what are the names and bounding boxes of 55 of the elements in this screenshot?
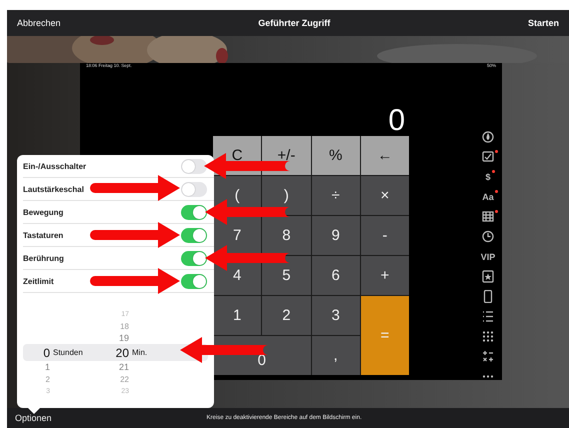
toggle-switch[interactable] xyxy=(181,250,207,266)
flame-icon[interactable] xyxy=(482,130,494,143)
calculator-key[interactable]: 8 xyxy=(262,216,310,255)
badge-dot xyxy=(495,210,498,213)
window-title: Geführter Zugriff xyxy=(258,18,330,28)
minutes-value[interactable]: 19 xyxy=(94,333,129,343)
options-button[interactable]: Optionen xyxy=(15,413,52,423)
calculator-key[interactable]: ÷ xyxy=(312,176,360,215)
minutes-value[interactable]: 21 xyxy=(94,362,129,372)
toggle-switch[interactable] xyxy=(181,182,207,196)
sidebar-label[interactable]: $ xyxy=(481,170,494,183)
calculator-key[interactable]: 3 xyxy=(312,296,360,335)
calculator-key[interactable]: + xyxy=(360,256,409,295)
calculator-key[interactable]: 1 xyxy=(213,296,262,335)
sidebar-label[interactable]: Aa xyxy=(478,190,498,203)
calculator-display: 0 xyxy=(387,103,406,136)
hours-value[interactable]: 1 xyxy=(23,362,50,372)
operators-icon[interactable] xyxy=(482,350,494,363)
hours-value[interactable]: 0 xyxy=(23,346,50,360)
start-button[interactable]: Starten xyxy=(528,18,559,28)
calculator-key[interactable]: 6 xyxy=(312,256,360,295)
calculator-key[interactable]: - xyxy=(360,216,409,255)
badge-dot xyxy=(492,170,494,173)
toggle-switch[interactable] xyxy=(181,158,207,174)
option-label: Ein-/Ausschalter xyxy=(23,162,86,170)
checkbox-icon[interactable] xyxy=(482,150,494,163)
option-label: Berührung xyxy=(23,254,64,262)
calculator-key[interactable]: ) xyxy=(262,176,310,215)
toggle-switch[interactable] xyxy=(181,228,207,242)
calculator-key[interactable]: × xyxy=(360,176,409,215)
option-label: Zeitlimit xyxy=(23,276,54,286)
calculator-key[interactable]: , xyxy=(312,336,360,375)
toggle-switch[interactable] xyxy=(181,274,207,288)
calculator-key[interactable]: % xyxy=(312,136,360,175)
calculator-key[interactable]: 5 xyxy=(262,256,310,295)
minutes-unit: Min. xyxy=(131,348,148,357)
calculator-key[interactable]: 2 xyxy=(262,296,310,335)
sidebar-label[interactable]: VIP xyxy=(476,250,500,263)
hours-unit: Stunden xyxy=(52,348,84,357)
option-label: Tastaturen xyxy=(23,230,64,240)
badge-dot xyxy=(495,150,498,153)
clock-icon[interactable] xyxy=(482,230,494,243)
calendar-icon[interactable] xyxy=(482,210,494,223)
option-label: Bewegung xyxy=(23,208,64,216)
badge-dot xyxy=(494,190,498,193)
picker-selection[interactable]: 0 Stunden 20 Min. xyxy=(23,344,208,361)
calculator-key[interactable]: ← xyxy=(360,136,409,175)
minutes-value[interactable]: 20 xyxy=(94,346,129,360)
option-label: Lautstärkeschal xyxy=(23,184,84,194)
phone-icon[interactable] xyxy=(482,290,494,303)
toggle-switch[interactable] xyxy=(181,204,207,220)
list-icon[interactable] xyxy=(482,310,494,323)
calculator-key[interactable]: 9 xyxy=(312,216,360,255)
grid-icon[interactable] xyxy=(482,330,494,343)
cancel-button[interactable]: Abbrechen xyxy=(17,18,61,28)
